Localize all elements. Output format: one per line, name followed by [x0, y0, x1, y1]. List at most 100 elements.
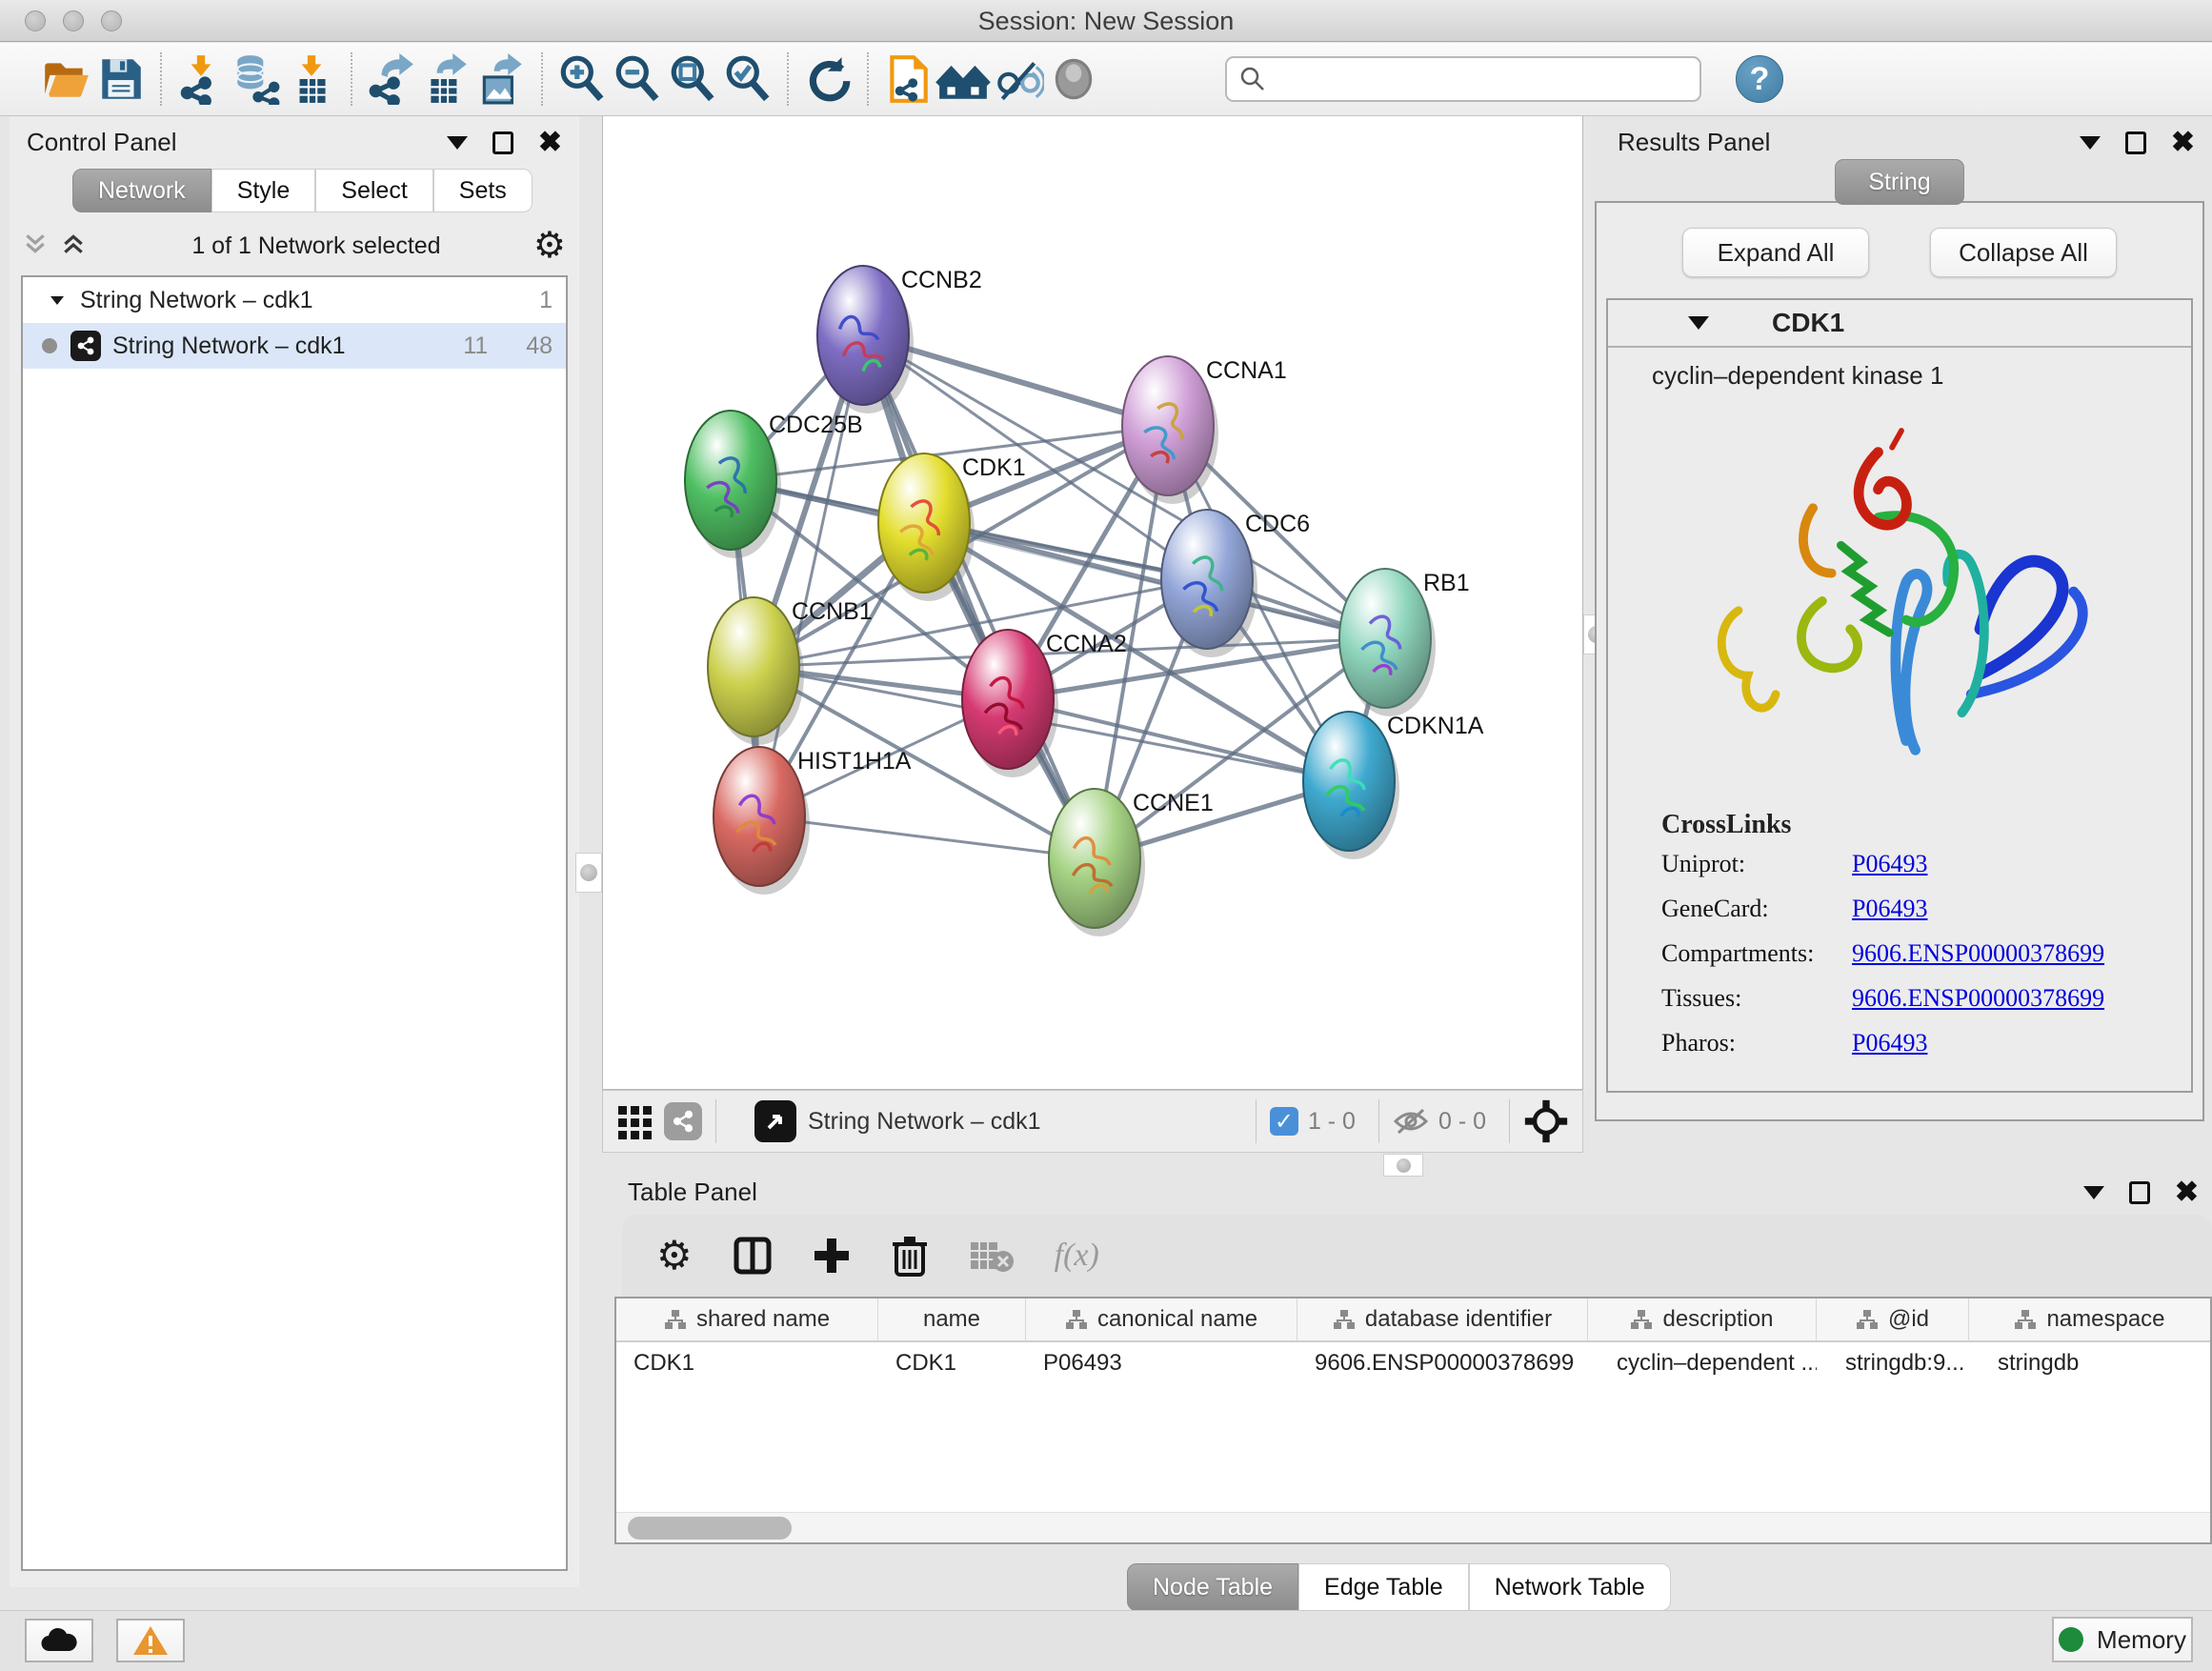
close-panel-icon[interactable]: ✖ — [2175, 1181, 2199, 1204]
close-panel-icon[interactable]: ✖ — [2171, 131, 2195, 154]
network-node-cdk1[interactable] — [878, 453, 970, 593]
crosslink-row: GeneCard: P06493 — [1661, 895, 2191, 923]
crosslinks-title: CrossLinks — [1661, 810, 2191, 840]
network-edge[interactable] — [759, 335, 863, 816]
network-node-cdc25b[interactable] — [685, 411, 776, 550]
column-header[interactable]: @id — [1817, 1299, 1969, 1340]
add-column-icon[interactable] — [813, 1237, 851, 1275]
delete-trash-icon[interactable] — [891, 1235, 929, 1277]
collapse-arrow-icon[interactable] — [48, 291, 67, 310]
function-builder-icon[interactable]: f(x) — [1055, 1238, 1099, 1274]
tab-network[interactable]: Network — [72, 169, 211, 212]
tab-node-table[interactable]: Node Table — [1127, 1563, 1298, 1611]
close-panel-icon[interactable]: ✖ — [538, 131, 562, 154]
scrollbar-thumb[interactable] — [628, 1517, 792, 1540]
crosslink-row: Tissues: 9606.ENSP00000378699 — [1661, 984, 2191, 1013]
column-header[interactable]: namespace — [1969, 1299, 2210, 1340]
help-button[interactable]: ? — [1736, 55, 1783, 103]
network-node-ccnb1[interactable] — [708, 597, 799, 736]
memory-button[interactable]: Memory — [2052, 1617, 2193, 1662]
birds-eye-grid-icon[interactable] — [616, 1102, 654, 1140]
pharos-link[interactable]: P06493 — [1852, 1029, 1927, 1057]
column-header[interactable]: description — [1588, 1299, 1817, 1340]
network-node-ccna1[interactable] — [1122, 356, 1214, 495]
network-options-gear-icon[interactable]: ⚙ — [533, 228, 566, 264]
zoom-out-button[interactable] — [610, 51, 665, 107]
zoom-selected-button[interactable] — [720, 51, 775, 107]
network-view-toolbar: String Network – cdk1 ✓ 1 - 0 0 - 0 — [602, 1090, 1583, 1153]
warnings-button[interactable] — [116, 1619, 185, 1662]
network-node-ccnb2[interactable] — [817, 266, 909, 405]
collapse-section-icon[interactable] — [1688, 316, 1709, 330]
zoom-fit-button[interactable] — [665, 51, 720, 107]
string-import-button[interactable] — [880, 51, 935, 107]
column-header[interactable]: database identifier — [1297, 1299, 1588, 1340]
network-view[interactable]: CCNB2CCNA1CDC25BCDK1CDC6RB1CCNB1CCNA2CDK… — [602, 116, 1583, 1090]
compartments-link[interactable]: 9606.ENSP00000378699 — [1852, 939, 2104, 968]
network-collection-row[interactable]: String Network – cdk1 1 — [23, 277, 566, 323]
network-node-cdc6[interactable] — [1161, 510, 1253, 649]
float-panel-icon[interactable] — [493, 131, 513, 154]
collapse-all-button[interactable]: Collapse All — [1930, 228, 2117, 277]
double-home-button[interactable] — [935, 51, 991, 107]
network-row-selected[interactable]: String Network – cdk1 11 48 — [23, 323, 566, 369]
tab-style[interactable]: Style — [211, 169, 316, 212]
apply-layout-button[interactable] — [800, 51, 855, 107]
export-table-button[interactable] — [419, 51, 474, 107]
column-header[interactable]: canonical name — [1026, 1299, 1297, 1340]
float-panel-icon[interactable] — [2125, 131, 2146, 154]
panel-menu-icon[interactable] — [447, 136, 468, 150]
tab-string[interactable]: String — [1835, 159, 1963, 205]
cloud-status-button[interactable] — [25, 1619, 93, 1662]
panel-menu-icon[interactable] — [2083, 1186, 2104, 1199]
network-node-cdkn1a[interactable] — [1303, 712, 1395, 851]
import-network-database-button[interactable] — [229, 51, 284, 107]
network-share-icon[interactable] — [664, 1102, 702, 1140]
genecard-link[interactable]: P06493 — [1852, 895, 1927, 923]
table-row[interactable]: CDK1 CDK1 P06493 9606.ENSP00000378699 cy… — [616, 1342, 2210, 1386]
enhanced-labels-toggle-button[interactable] — [991, 51, 1046, 107]
selected-counts: 1 - 0 — [1308, 1108, 1356, 1136]
network-node-hist1h1a[interactable] — [714, 747, 805, 886]
column-header[interactable]: shared name — [616, 1299, 878, 1340]
import-table-file-button[interactable] — [284, 51, 339, 107]
fit-selected-crosshair-icon[interactable] — [1523, 1098, 1569, 1144]
network-node-ccne1[interactable] — [1049, 789, 1140, 928]
gene-name: CDK1 — [1772, 308, 1844, 338]
network-column-icon — [1065, 1309, 1088, 1330]
show-columns-icon[interactable] — [733, 1236, 773, 1276]
tab-sets[interactable]: Sets — [433, 169, 533, 212]
expand-all-button[interactable]: Expand All — [1682, 228, 1869, 277]
table-horizontal-scrollbar[interactable] — [616, 1512, 2210, 1542]
left-splitter-handle[interactable] — [575, 853, 602, 893]
network-node-ccna2[interactable] — [962, 630, 1054, 769]
search-input[interactable] — [1277, 66, 1688, 92]
uniprot-link[interactable]: P06493 — [1852, 850, 1927, 878]
export-network-button[interactable] — [364, 51, 419, 107]
network-node-rb1[interactable] — [1339, 569, 1431, 708]
table-settings-gear-icon[interactable]: ⚙ — [656, 1238, 693, 1274]
delete-table-icon[interactable] — [969, 1238, 1015, 1273]
lens-button[interactable] — [1046, 51, 1101, 107]
selected-indicator-checkbox[interactable]: ✓ — [1270, 1107, 1298, 1136]
zoom-in-button[interactable] — [554, 51, 610, 107]
open-in-new-window-icon[interactable] — [754, 1100, 796, 1142]
export-image-button[interactable] — [474, 51, 530, 107]
open-session-button[interactable] — [38, 51, 93, 107]
tab-network-table[interactable]: Network Table — [1469, 1563, 1671, 1611]
import-network-file-button[interactable] — [173, 51, 229, 107]
save-session-button[interactable] — [93, 51, 149, 107]
toolbar-separator — [1509, 1099, 1510, 1143]
panel-menu-icon[interactable] — [2080, 136, 2101, 150]
column-header[interactable]: name — [878, 1299, 1026, 1340]
network-edge[interactable] — [863, 335, 1095, 858]
gene-section-header[interactable]: CDK1 — [1608, 300, 2191, 348]
expand-all-icon[interactable] — [61, 232, 86, 261]
collapse-all-icon[interactable] — [23, 232, 48, 261]
network-edge[interactable] — [759, 816, 1095, 858]
tab-edge-table[interactable]: Edge Table — [1298, 1563, 1469, 1611]
network-graph[interactable]: CCNB2CCNA1CDC25BCDK1CDC6RB1CCNB1CCNA2CDK… — [603, 116, 1582, 1088]
tab-select[interactable]: Select — [315, 169, 432, 212]
tissues-link[interactable]: 9606.ENSP00000378699 — [1852, 984, 2104, 1013]
float-panel-icon[interactable] — [2129, 1181, 2150, 1204]
